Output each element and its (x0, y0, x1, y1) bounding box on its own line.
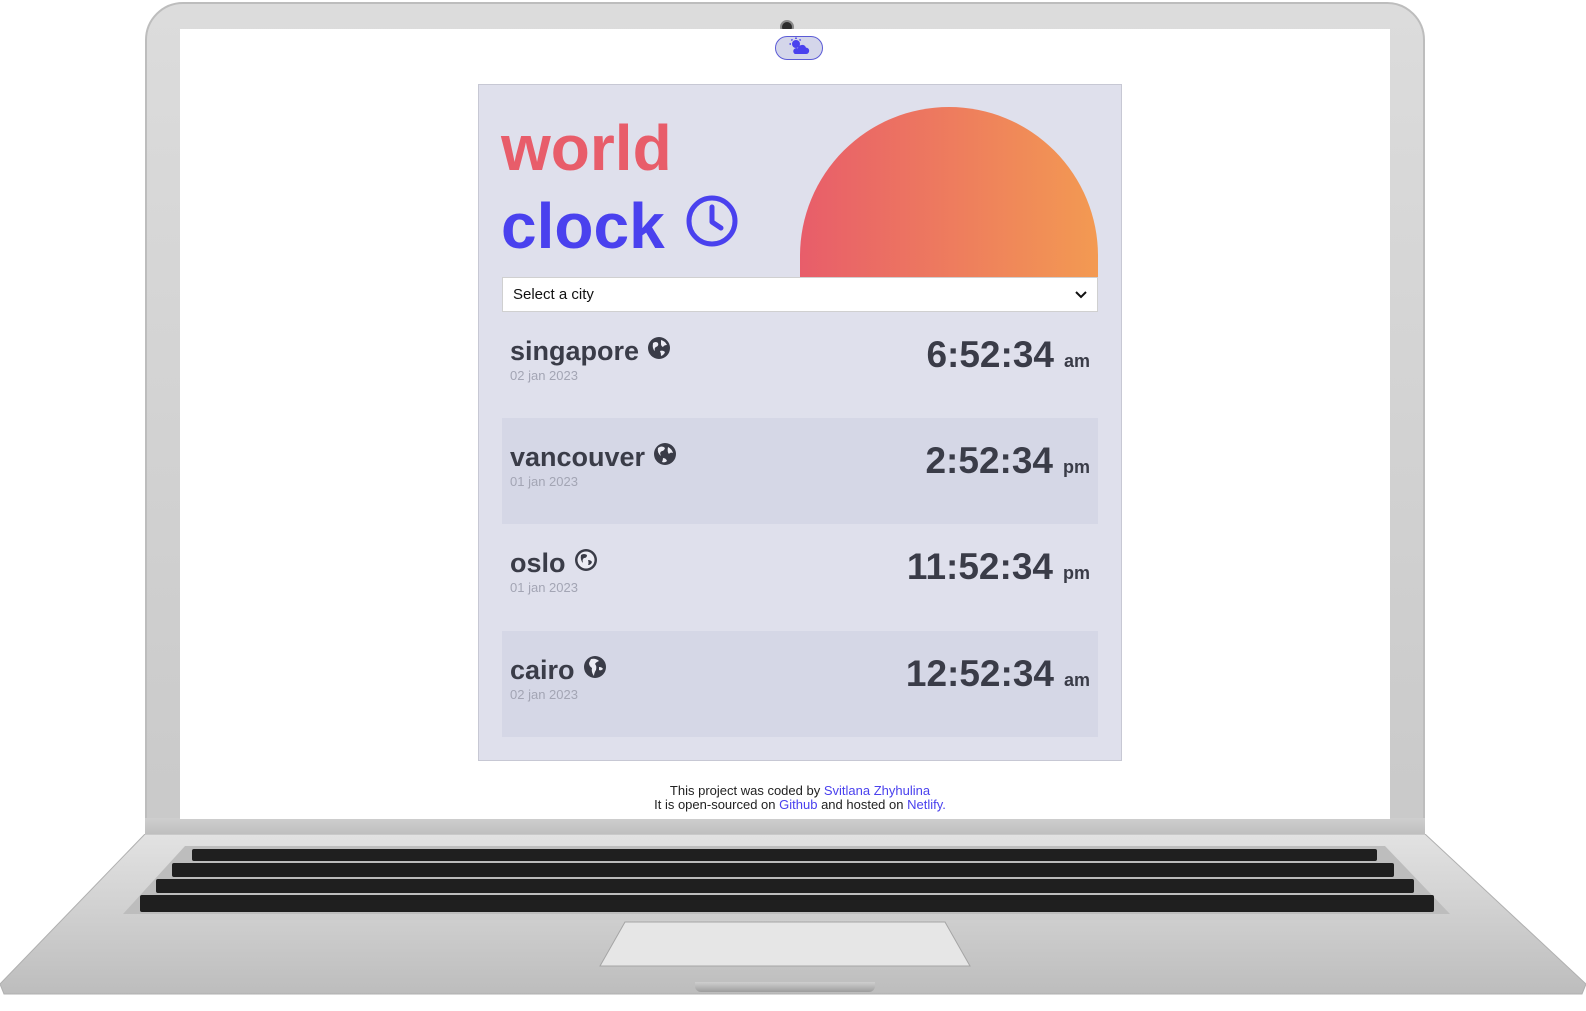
sun-decoration (800, 107, 1098, 277)
clock-icon (685, 187, 739, 265)
city-time: 6:52:34 am (926, 334, 1090, 376)
title-word-clock: clock (501, 190, 665, 262)
theme-toggle-button[interactable] (775, 36, 823, 60)
netlify-link[interactable]: Netlify. (907, 797, 946, 812)
city-time: 12:52:34 am (906, 653, 1090, 695)
time-digits: 12:52:34 (905, 653, 1054, 694)
time-digits: 11:52:34 (906, 546, 1053, 587)
laptop-screen: world clock Select a city singapore 02 j… (180, 29, 1390, 819)
city-name: singapore (510, 336, 671, 367)
globe-icon (647, 336, 671, 367)
page-title: world clock (501, 109, 739, 265)
city-name-label: cairo (510, 655, 575, 685)
chevron-down-icon (1075, 286, 1087, 303)
city-row-singapore: singapore 02 jan 2023 6:52:34 am (502, 312, 1098, 418)
author-link[interactable]: Svitlana Zhyhulina (824, 783, 930, 798)
time-ampm: am (1063, 670, 1090, 690)
laptop-keyboard-base (0, 834, 1586, 995)
city-row-vancouver: vancouver 01 jan 2023 2:52:34 pm (502, 418, 1098, 524)
cloud-sun-icon (788, 37, 810, 60)
footer-credit-text: This project was coded by (669, 783, 821, 798)
time-digits: 2:52:34 (925, 440, 1053, 481)
time-ampm: pm (1063, 563, 1090, 583)
laptop-foot (695, 982, 875, 992)
city-date: 02 jan 2023 (510, 687, 578, 702)
city-time: 11:52:34 pm (907, 546, 1090, 588)
world-clock-card: world clock Select a city singapore 02 j… (478, 84, 1122, 761)
globe-icon (653, 442, 677, 473)
city-name-label: singapore (510, 336, 640, 366)
city-date: 01 jan 2023 (510, 580, 578, 595)
github-link[interactable]: Github (779, 797, 817, 812)
globe-icon (574, 548, 598, 579)
footer: This project was coded by Svitlana Zhyhu… (180, 784, 1390, 812)
city-date: 02 jan 2023 (510, 368, 578, 383)
city-name: cairo (510, 655, 607, 686)
time-digits: 6:52:34 (926, 334, 1054, 375)
city-name-label: vancouver (510, 442, 646, 472)
city-name: vancouver (510, 442, 677, 473)
title-word-world: world (501, 112, 672, 184)
city-name-label: oslo (510, 548, 566, 578)
city-date: 01 jan 2023 (510, 474, 578, 489)
city-select-value: Select a city (513, 286, 594, 303)
city-row-cairo: cairo 02 jan 2023 12:52:34 am (502, 631, 1098, 737)
globe-icon (583, 655, 607, 686)
city-name: oslo (510, 548, 598, 579)
time-ampm: am (1063, 351, 1090, 371)
footer-source-text: It is open-sourced on (654, 797, 776, 812)
city-row-oslo: oslo 01 jan 2023 11:52:34 pm (502, 524, 1098, 630)
footer-hosted-text: and hosted on (821, 797, 904, 812)
footer-line-2: It is open-sourced on Github and hosted … (180, 798, 1390, 812)
title-word-clock-row: clock (501, 187, 739, 265)
footer-line-1: This project was coded by Svitlana Zhyhu… (180, 784, 1390, 798)
time-ampm: pm (1063, 457, 1090, 477)
city-time: 2:52:34 pm (925, 440, 1090, 482)
city-select[interactable]: Select a city (502, 277, 1098, 312)
